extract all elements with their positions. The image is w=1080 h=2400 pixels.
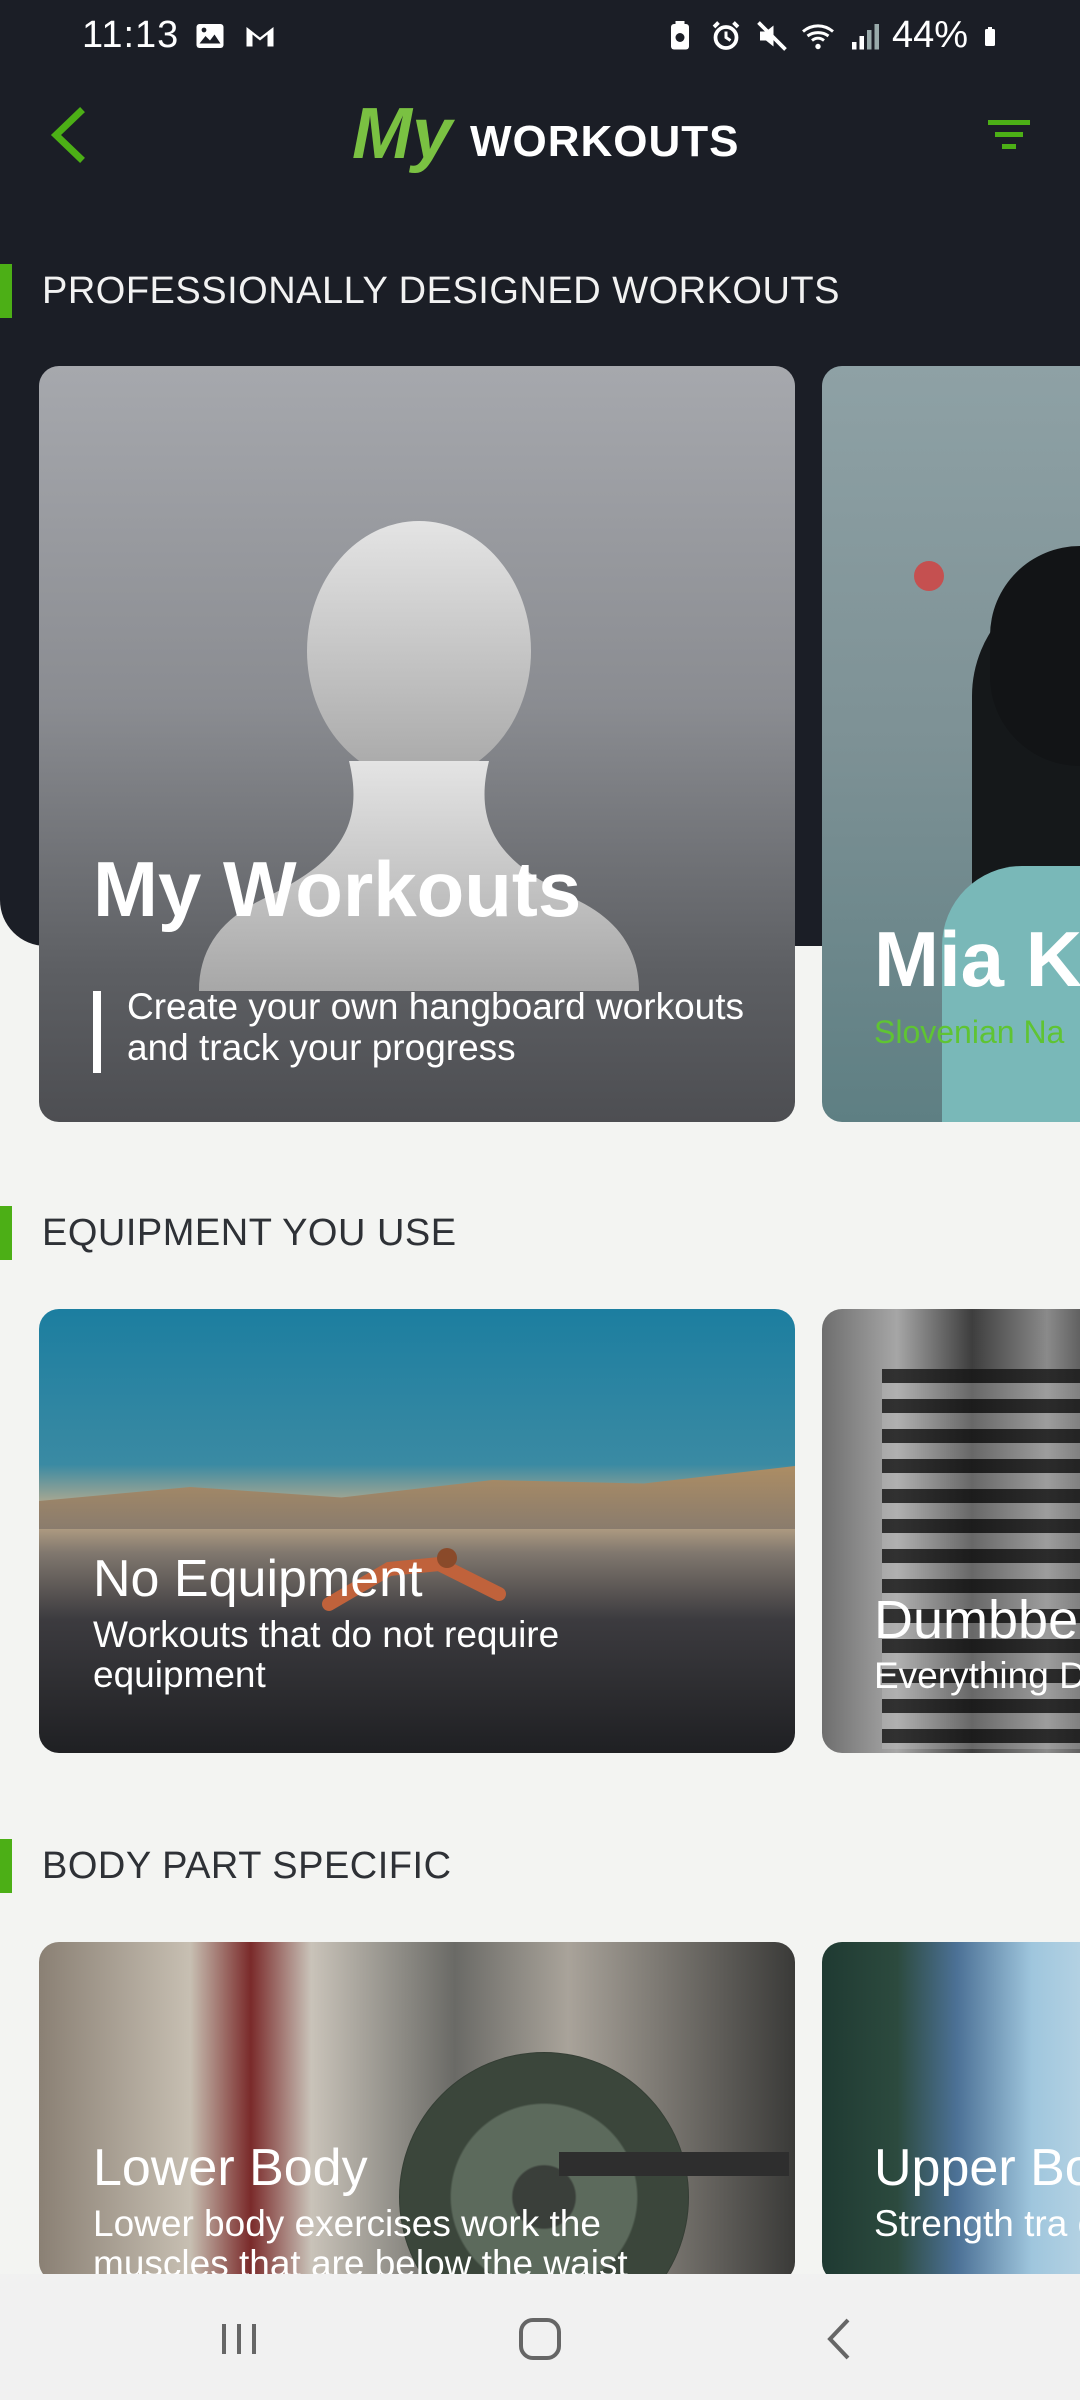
card-title: No Equipment — [93, 1550, 423, 1608]
card-divider — [93, 991, 101, 1073]
card-dumbbells[interactable]: Dumbbel Everything D — [822, 1309, 1080, 1753]
card-title: Upper Bo — [874, 2139, 1080, 2197]
recents-icon[interactable] — [204, 2304, 274, 2374]
photo-dunes — [39, 1466, 795, 1529]
image-icon — [196, 24, 224, 48]
photo-barbell — [559, 2152, 789, 2176]
card-lower-body[interactable]: Lower Body Lower body exercises work the… — [39, 1942, 795, 2282]
section-title: PROFESSIONALLY DESIGNED WORKOUTS — [42, 270, 840, 312]
signal-icon — [851, 23, 879, 49]
battery-saver-icon — [670, 20, 689, 49]
back-arrow-icon[interactable] — [36, 100, 106, 170]
status-left-icons — [192, 18, 278, 54]
screen: 11:13 44% My WORKOUTS PROFESSIONALLY DES… — [0, 0, 1080, 2400]
alarm-icon — [712, 20, 740, 50]
section-title: EQUIPMENT YOU USE — [42, 1212, 457, 1254]
status-time: 11:13 — [82, 14, 180, 56]
section-header-body: BODY PART SPECIFIC — [0, 1821, 1080, 1911]
filter-icon[interactable] — [974, 100, 1044, 170]
battery-percent: 44% — [891, 14, 968, 56]
card-subtitle: Strength tra chest, shou — [874, 2203, 1080, 2244]
card-title: Lower Body — [93, 2139, 368, 2197]
card-title: My Workouts — [93, 845, 582, 933]
section-accent-bar — [0, 1839, 12, 1893]
gmail-icon — [246, 27, 274, 47]
section-accent-bar — [0, 1206, 12, 1260]
svg-text:My: My — [352, 94, 456, 174]
card-subtitle: Workouts that do not require equipment — [93, 1614, 560, 1695]
climbing-hold — [914, 561, 944, 591]
wifi-icon — [801, 23, 834, 49]
mute-icon — [757, 20, 787, 51]
card-title: Mia K — [874, 915, 1080, 1003]
card-subtitle: Lower body exercises work the muscles th… — [93, 2203, 628, 2283]
card-subtitle: Everything D — [874, 1655, 1080, 1696]
section-title: BODY PART SPECIFIC — [42, 1845, 452, 1887]
card-no-equipment[interactable]: No Equipment Workouts that do not requir… — [39, 1309, 795, 1753]
status-right-icons: 44% — [662, 14, 1002, 57]
app-bar: My WORKOUTS — [0, 80, 1080, 190]
card-upper-body[interactable]: Upper Bo Strength tra chest, shou — [822, 1942, 1080, 2282]
status-bar: 11:13 44% — [0, 0, 1080, 76]
section-header-equipment: EQUIPMENT YOU USE — [0, 1188, 1080, 1278]
section-accent-bar — [0, 264, 12, 318]
logo-wordmark: WORKOUTS — [470, 117, 740, 166]
card-subtitle: Slovenian Na — [874, 1014, 1065, 1050]
back-icon[interactable] — [806, 2304, 876, 2374]
card-mia[interactable]: Mia K Slovenian Na — [822, 366, 1080, 1122]
card-title: Dumbbel — [874, 1590, 1080, 1650]
app-logo: My WORKOUTS — [352, 88, 740, 188]
system-nav-bar — [0, 2274, 1080, 2400]
card-my-workouts[interactable]: My Workouts Create your own hangboard wo… — [39, 366, 795, 1122]
home-icon[interactable] — [505, 2304, 575, 2374]
card-subtitle: Create your own hangboard workouts and t… — [127, 986, 745, 1068]
battery-icon — [985, 26, 995, 46]
section-header-pro: PROFESSIONALLY DESIGNED WORKOUTS — [0, 246, 1080, 336]
logo-my-mark: My — [352, 94, 456, 174]
